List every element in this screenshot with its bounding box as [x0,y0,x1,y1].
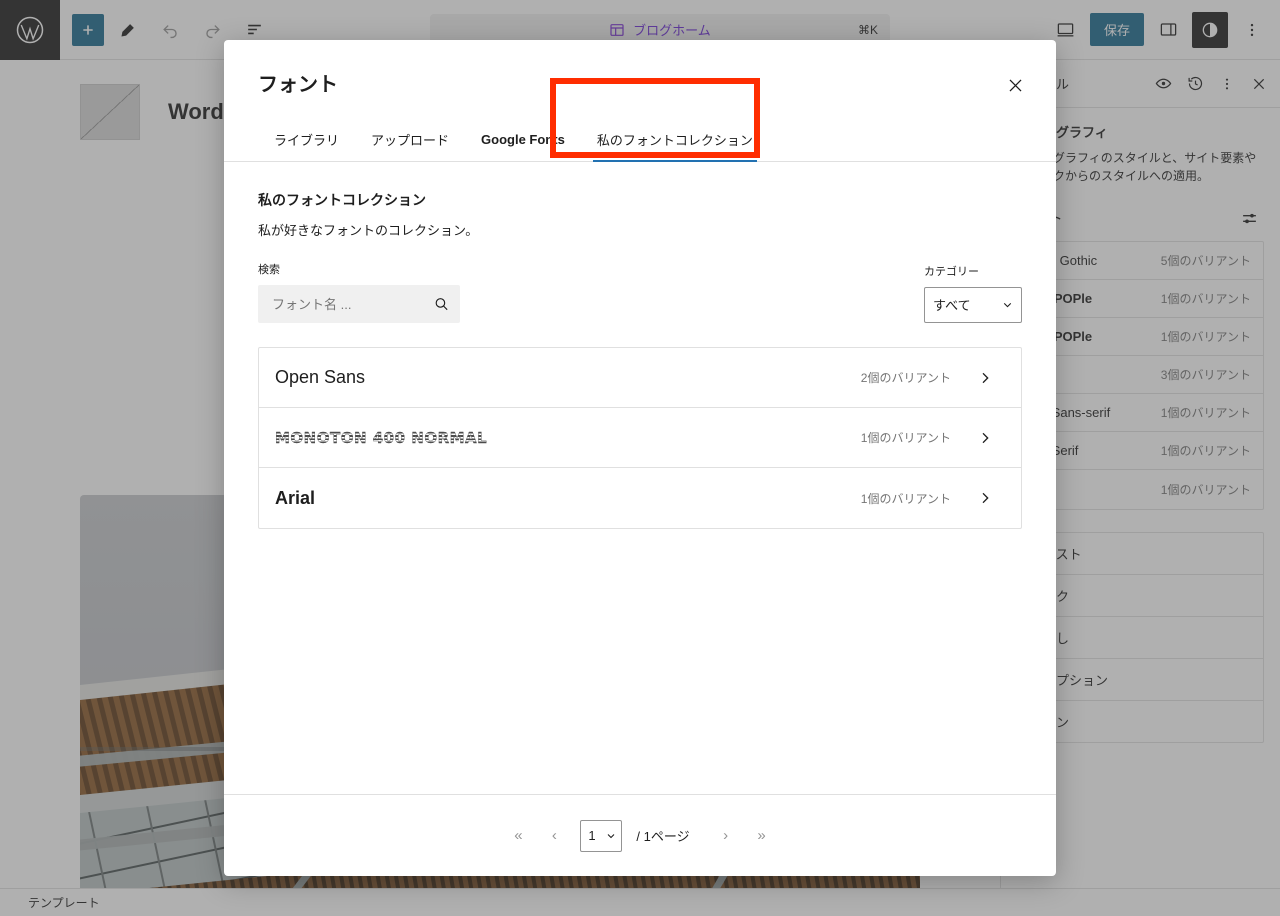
row-right: 1個のバリアント [861,429,993,446]
font-name: Open Sans [275,367,366,387]
chevron-right-icon [977,430,993,446]
font-collection-row-monoton[interactable]: MONOTON 400 NORMAL 1個のバリアント [259,408,1021,468]
modal-body: 私のフォントコレクション 私が好きなフォントのコレクション。 検索 カテゴリー [224,162,1056,794]
search-label: 検索 [258,264,280,276]
category-box: すべて [924,287,1022,323]
font-collection-row-arial[interactable]: Arial 1個のバリアント [259,468,1021,528]
filter-row: 検索 カテゴリー すべて [258,261,1022,323]
pagination-page-box: 1 [580,819,623,852]
font-name: MONOTON 400 NORMAL [275,428,488,447]
font-variants: 1個のバリアント [860,431,951,445]
category-select[interactable]: すべて [924,287,1022,323]
search-wrap [258,285,460,323]
pagination-first-button[interactable]: « [500,818,536,854]
font-name: Arial [275,487,316,508]
close-icon[interactable] [998,68,1032,102]
font-collection-list: Open Sans 2個のバリアント MONOTON 400 NORMAL 1個… [258,347,1022,529]
category-group: カテゴリー すべて [924,263,1022,323]
tab-library[interactable]: ライブラリ [258,118,355,161]
pagination-last-button[interactable]: » [744,818,780,854]
search-input[interactable] [258,285,460,323]
font-collection-row-open-sans[interactable]: Open Sans 2個のバリアント [259,348,1021,408]
row-right: 1個のバリアント [861,490,993,507]
row-right: 2個のバリアント [861,369,993,386]
search-group: 検索 [258,261,460,323]
pagination-page-select[interactable]: 1 [580,819,623,852]
collection-description: 私が好きなフォントのコレクション。 [258,223,479,238]
modal-header: フォント [224,40,1056,102]
modal-title: フォント [258,74,338,96]
pagination-total-label: / 1ページ [636,829,690,844]
pagination-next-button[interactable]: › [708,818,744,854]
modal-pagination-footer: « ‹ 1 / 1ページ › » [224,794,1056,876]
pagination-prev-button[interactable]: ‹ [536,818,572,854]
fonts-modal: フォント ライブラリ アップロード Google Fonts 私のフォントコレク… [224,40,1056,876]
modal-tabs: ライブラリ アップロード Google Fonts 私のフォントコレクション [224,78,1056,162]
font-variants: 1個のバリアント [860,491,951,506]
font-variants: 2個のバリアント [860,371,951,385]
chevron-right-icon [977,490,993,506]
tab-upload[interactable]: アップロード [355,118,465,161]
chevron-right-icon [977,370,993,386]
collection-title: 私のフォントコレクション [258,192,426,208]
category-label: カテゴリー [924,266,979,278]
tab-google-fonts[interactable]: Google Fonts [465,118,581,161]
tab-my-font-collection[interactable]: 私のフォントコレクション [581,118,769,162]
